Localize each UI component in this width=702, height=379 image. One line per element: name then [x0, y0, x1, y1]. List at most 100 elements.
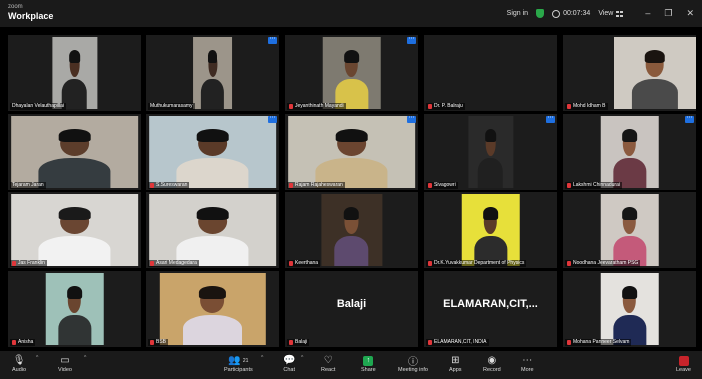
participant-video	[51, 37, 98, 109]
share-label: Share	[361, 367, 376, 373]
participant-name: Asari Medagedara	[156, 260, 197, 266]
participant-tile[interactable]: ⋯ Rajam Rajaheswaran	[285, 114, 418, 190]
leave-icon	[678, 355, 689, 366]
participant-display-name: Balaji	[336, 298, 367, 310]
participant-tile[interactable]: ELAMARAN,CIT,... ELAMARAN,CIT, INDIA	[424, 271, 557, 347]
participant-tile[interactable]: Keerthana	[285, 192, 418, 268]
view-button[interactable]: View	[598, 10, 624, 17]
video-label: Video	[58, 367, 72, 373]
audio-options-caret[interactable]: ^	[36, 355, 38, 361]
muted-mic-icon	[289, 261, 293, 266]
microphone-icon: 🎙	[12, 355, 26, 366]
participant-tile[interactable]: ⋯ Jeyanthinath Mayandi	[285, 35, 418, 111]
participants-options-caret[interactable]: ^	[261, 355, 263, 361]
participant-tile[interactable]: ⋯ S.Sureswaran	[146, 114, 279, 190]
participant-tile[interactable]: ⋯ Muthukumarasamy	[146, 35, 279, 111]
participant-figure	[474, 204, 507, 266]
chat-label: Chat	[283, 367, 296, 373]
muted-mic-icon	[150, 261, 154, 266]
close-button[interactable]: ✕	[686, 8, 694, 19]
participant-figure	[176, 204, 249, 266]
meeting-info-button[interactable]: ⓘ Meeting info	[398, 354, 428, 373]
participant-name: Anisha	[18, 339, 34, 345]
participant-figure	[58, 283, 91, 345]
participant-name-label: Noodhana Jeevaratham PSG	[565, 260, 641, 267]
participant-name-label: Muthukumarasamy	[148, 103, 195, 110]
participant-tile[interactable]: Dr.K.Yuvakkumar Department of Physics	[424, 192, 557, 268]
participant-figure	[182, 283, 243, 345]
participant-figure	[631, 47, 678, 109]
participant-figure	[38, 126, 111, 188]
participant-tile[interactable]: Mohd Idham B	[563, 35, 696, 111]
muted-mic-icon	[428, 340, 432, 345]
participant-tile[interactable]: Mohana Panneer Selvam	[563, 271, 696, 347]
participant-tile[interactable]: Noodhana Jeevaratham PSG	[563, 192, 696, 268]
shield-icon[interactable]	[536, 9, 545, 18]
participant-tile[interactable]: Dhayalan Velauthapillai	[8, 35, 141, 111]
participant-tile[interactable]: ⋯ Lakshmi Chinnadurai	[563, 114, 696, 190]
participant-tile[interactable]: ⋯ Sivagowri	[424, 114, 557, 190]
participant-tile[interactable]: Jas Franklin	[8, 192, 141, 268]
participant-tile[interactable]: Balaji Balaji	[285, 271, 418, 347]
participant-video	[148, 194, 277, 266]
muted-mic-icon	[428, 261, 432, 266]
react-button[interactable]: ♡ React	[321, 354, 335, 373]
video-options-caret[interactable]: ^	[84, 355, 86, 361]
sign-in-button[interactable]: Sign in	[507, 10, 528, 17]
title-bar: zoom Workplace Sign in 00:07:34 View – ❐…	[0, 0, 702, 27]
muted-mic-icon	[567, 183, 571, 188]
muted-mic-icon	[428, 183, 432, 188]
tile-options-icon[interactable]: ⋯	[685, 115, 694, 123]
participant-name-label: Jas Franklin	[10, 260, 47, 267]
brand-workplace: Workplace	[8, 11, 54, 21]
leave-button[interactable]: Leave	[676, 354, 691, 373]
more-button[interactable]: ⋯ More	[521, 354, 534, 373]
participant-tile[interactable]: BSB	[146, 271, 279, 347]
apps-label: Apps	[449, 367, 462, 373]
share-screen-icon: ↑	[363, 355, 374, 366]
tile-options-icon[interactable]: ⋯	[407, 36, 416, 44]
participant-name: Lakshmi Chinnadurai	[573, 182, 620, 188]
participant-name: Jas Franklin	[18, 260, 45, 266]
tile-options-icon[interactable]: ⋯	[268, 115, 277, 123]
participant-tile[interactable]: Tejaram Jaran	[8, 114, 141, 190]
tile-options-icon[interactable]: ⋯	[268, 36, 277, 44]
participant-video	[10, 116, 139, 188]
share-button[interactable]: ↑ Share	[361, 354, 376, 373]
minimize-button[interactable]: –	[645, 8, 650, 19]
participant-figure	[335, 47, 368, 109]
muted-mic-icon	[567, 261, 571, 266]
apps-button[interactable]: ⊞ Apps	[449, 354, 462, 373]
participant-tile[interactable]: Dr. P. Balraju	[424, 35, 557, 111]
record-button[interactable]: ◉ Record	[483, 354, 501, 373]
restore-button[interactable]: ❐	[664, 8, 672, 19]
muted-mic-icon	[12, 340, 16, 345]
participant-figure	[315, 126, 388, 188]
tile-options-icon[interactable]: ⋯	[407, 115, 416, 123]
chat-options-caret[interactable]: ^	[301, 355, 303, 361]
participant-video	[159, 273, 266, 345]
participants-count: 21	[242, 357, 249, 364]
participant-video	[467, 116, 514, 188]
chat-button[interactable]: 💬 Chat	[283, 354, 295, 373]
participants-button[interactable]: 👥 21 Participants	[224, 354, 253, 373]
muted-mic-icon	[289, 104, 293, 109]
participant-video	[600, 273, 659, 345]
participant-video	[613, 37, 696, 109]
info-icon: ⓘ	[407, 357, 418, 368]
participant-figure	[613, 204, 646, 266]
video-button[interactable]: ▭ Video	[58, 354, 72, 373]
participant-figure	[334, 204, 369, 266]
participant-name: Jeyanthinath Mayandi	[295, 103, 344, 109]
participant-video	[600, 116, 659, 188]
participant-video	[287, 116, 416, 188]
participant-name-label: Mohd Idham B	[565, 103, 608, 110]
participant-name-label: Rajam Rajaheswaran	[287, 182, 345, 189]
timer-value: 00:07:34	[563, 10, 591, 17]
participant-tile[interactable]: Anisha	[8, 271, 141, 347]
audio-button[interactable]: 🎙 Audio	[12, 354, 26, 373]
heart-icon: ♡	[323, 355, 333, 366]
participant-tile[interactable]: Asari Medagedara	[146, 192, 279, 268]
tile-options-icon[interactable]: ⋯	[546, 115, 555, 123]
participant-video	[192, 37, 233, 109]
